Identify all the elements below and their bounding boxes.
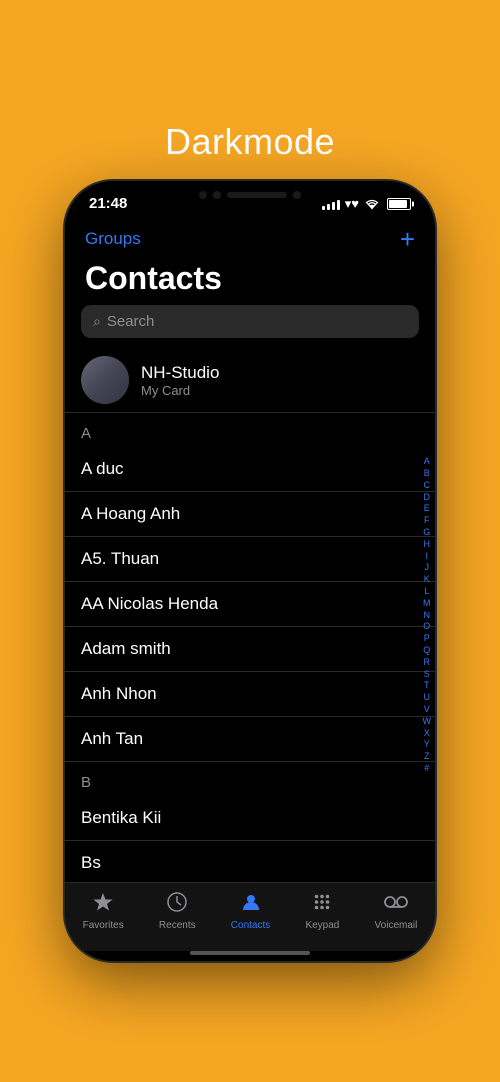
- list-item[interactable]: A5. Thuan: [65, 537, 435, 582]
- alpha-K[interactable]: K: [424, 574, 430, 585]
- battery-icon: [387, 198, 411, 210]
- alpha-Z[interactable]: Z: [424, 751, 430, 762]
- page-heading: Contacts: [65, 256, 435, 305]
- wifi-icon: [364, 198, 380, 210]
- my-card-name: NH-Studio: [141, 363, 219, 383]
- tab-voicemail[interactable]: Voicemail: [375, 891, 418, 931]
- status-icons: ▾♥: [322, 196, 411, 212]
- phone-shell: 21:48 ▾♥: [65, 181, 435, 961]
- avatar: [81, 356, 129, 404]
- alpha-H[interactable]: H: [424, 539, 431, 550]
- alpha-W[interactable]: W: [423, 716, 432, 727]
- home-indicator: [65, 951, 435, 961]
- notch-faceid: [293, 191, 301, 199]
- contact-name: A5. Thuan: [81, 549, 159, 569]
- recents-label: Recents: [159, 920, 196, 931]
- list-item[interactable]: A Hoang Anh: [65, 492, 435, 537]
- alpha-V[interactable]: V: [424, 704, 430, 715]
- screen: 21:48 ▾♥: [65, 181, 435, 961]
- list-item[interactable]: Adam smith: [65, 627, 435, 672]
- favorites-icon: [92, 891, 114, 917]
- search-icon: ⌕: [93, 313, 101, 330]
- wifi-icon: ▾♥: [345, 196, 359, 212]
- favorites-label: Favorites: [83, 920, 124, 931]
- content-area: Groups + Contacts ⌕ Search ABCDEFGHIJKLM…: [65, 220, 435, 882]
- tab-contacts[interactable]: Contacts: [231, 891, 270, 931]
- contacts-icon: [240, 891, 262, 917]
- contact-name: Bs: [81, 853, 101, 873]
- search-bar[interactable]: ⌕ Search: [81, 305, 419, 338]
- my-card[interactable]: NH-Studio My Card: [65, 348, 435, 413]
- alpha-D[interactable]: D: [424, 492, 431, 503]
- list-item[interactable]: Anh Nhon: [65, 672, 435, 717]
- alpha-O[interactable]: O: [423, 621, 430, 632]
- notch: [175, 181, 325, 209]
- contact-name: Anh Nhon: [81, 684, 157, 704]
- alpha-G[interactable]: G: [423, 527, 430, 538]
- contacts-label: Contacts: [231, 920, 270, 931]
- contact-name: AA Nicolas Henda: [81, 594, 218, 614]
- contact-name: Bentika Kii: [81, 808, 161, 828]
- alpha-E[interactable]: E: [424, 503, 430, 514]
- contact-name: A Hoang Anh: [81, 504, 180, 524]
- tab-recents[interactable]: Recents: [159, 891, 196, 931]
- alpha-Q[interactable]: Q: [423, 645, 430, 656]
- list-item[interactable]: A duc: [65, 447, 435, 492]
- tab-bar: Favorites Recents Contacts Keypad Voicemail: [65, 882, 435, 951]
- contact-name: Adam smith: [81, 639, 171, 659]
- contacts-heading: Contacts: [85, 260, 415, 297]
- alpha-J[interactable]: J: [425, 562, 430, 573]
- alpha-I[interactable]: I: [425, 551, 428, 562]
- alpha-R[interactable]: R: [424, 657, 431, 668]
- alpha-Y[interactable]: Y: [424, 739, 430, 750]
- section-letter-B: B: [81, 774, 91, 791]
- notch-sensor: [213, 191, 221, 199]
- alpha-U[interactable]: U: [424, 692, 431, 703]
- list-item[interactable]: Anh Tan: [65, 717, 435, 762]
- alpha-F[interactable]: F: [424, 515, 430, 526]
- alpha-A[interactable]: A: [424, 456, 430, 467]
- nav-bar: Groups +: [65, 220, 435, 256]
- tab-favorites[interactable]: Favorites: [83, 891, 124, 931]
- alpha-#[interactable]: #: [424, 763, 429, 774]
- alpha-C[interactable]: C: [424, 480, 431, 491]
- alpha-index[interactable]: ABCDEFGHIJKLMNOPQRSTUVWXYZ#: [423, 348, 432, 882]
- list-item[interactable]: Bs: [65, 841, 435, 882]
- groups-button[interactable]: Groups: [85, 229, 141, 249]
- my-card-subtitle: My Card: [141, 383, 219, 398]
- alpha-B[interactable]: B: [424, 468, 430, 479]
- alpha-P[interactable]: P: [424, 633, 430, 644]
- section-header-B: B: [65, 762, 435, 796]
- alpha-X[interactable]: X: [424, 728, 430, 739]
- contacts-list: NH-Studio My Card A A duc A Hoang Anh A5. T…: [65, 348, 435, 882]
- page-title: Darkmode: [165, 121, 335, 163]
- alpha-S[interactable]: S: [424, 669, 430, 680]
- contact-name: Anh Tan: [81, 729, 143, 749]
- tab-keypad[interactable]: Keypad: [305, 891, 339, 931]
- notch-line: [227, 192, 287, 198]
- add-contact-button[interactable]: +: [400, 226, 415, 252]
- notch-camera: [199, 191, 207, 199]
- alpha-N[interactable]: N: [424, 610, 431, 621]
- list-item[interactable]: Bentika Kii: [65, 796, 435, 841]
- contact-name: A duc: [81, 459, 124, 479]
- alpha-M[interactable]: M: [423, 598, 431, 609]
- section-letter-A: A: [81, 425, 91, 442]
- signal-icon: [322, 198, 340, 210]
- contacts-scroll[interactable]: ABCDEFGHIJKLMNOPQRSTUVWXYZ# NH-Studio My…: [65, 348, 435, 882]
- search-input[interactable]: Search: [107, 313, 155, 330]
- status-time: 21:48: [89, 195, 127, 212]
- keypad-label: Keypad: [305, 920, 339, 931]
- list-item[interactable]: AA Nicolas Henda: [65, 582, 435, 627]
- section-header-A: A: [65, 413, 435, 447]
- recents-icon: [166, 891, 188, 917]
- home-indicator-bar: [190, 951, 310, 955]
- alpha-T[interactable]: T: [424, 680, 430, 691]
- voicemail-icon: [382, 891, 410, 917]
- alpha-L[interactable]: L: [424, 586, 429, 597]
- voicemail-label: Voicemail: [375, 920, 418, 931]
- keypad-icon: [311, 891, 333, 917]
